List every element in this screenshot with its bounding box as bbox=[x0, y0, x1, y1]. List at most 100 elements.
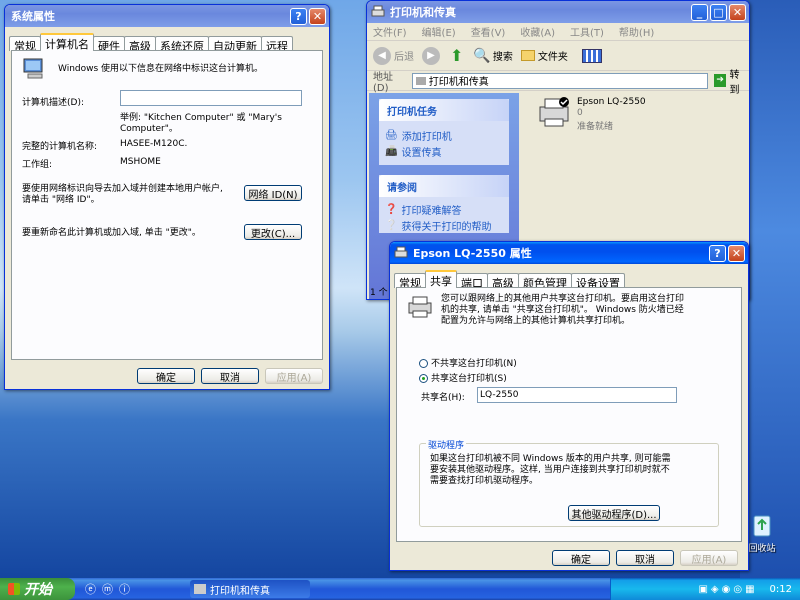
printer-name: Epson LQ-2550 bbox=[577, 97, 646, 107]
standard-toolbar: ◀ 后退 ▶ ⬆ 🔍 搜索 文件夹 bbox=[367, 41, 749, 71]
printer-tasks-header[interactable]: 打印机任务 bbox=[379, 99, 509, 121]
printer-item[interactable]: Epson LQ-2550 0 准备就绪 bbox=[537, 95, 657, 135]
go-label: 转到 bbox=[729, 69, 740, 96]
help-button[interactable]: ? bbox=[290, 7, 307, 25]
description-label: 计算机描述(D): bbox=[22, 98, 84, 108]
add-printer-link[interactable]: 🖨 添加打印机 bbox=[379, 127, 509, 143]
menu-favorites[interactable]: 收藏(A) bbox=[520, 24, 555, 39]
printer-icon bbox=[539, 97, 569, 127]
no-share-radio[interactable]: 不共享这台打印机(N) bbox=[419, 356, 517, 369]
share-radio-circle bbox=[419, 374, 428, 383]
printer-properties-titlebar[interactable]: Epson LQ-2550 属性 ? ✕ bbox=[390, 242, 748, 264]
network-id-text: 要使用网络标识向导去加入域并创建本地用户帐户, 请单击 "网络 ID"。 bbox=[22, 184, 223, 205]
tray-icons[interactable]: ▣◈◉◎▦ bbox=[698, 584, 757, 595]
see-also-header[interactable]: 请参阅 bbox=[379, 175, 509, 197]
ok-button[interactable]: 确定 bbox=[552, 550, 610, 566]
menu-help[interactable]: 帮助(H) bbox=[619, 24, 654, 39]
back-arrow-icon: ◀ bbox=[373, 46, 391, 65]
back-label: 后退 bbox=[394, 52, 414, 63]
ok-button[interactable]: 确定 bbox=[137, 368, 195, 384]
menu-view[interactable]: 查看(V) bbox=[471, 24, 506, 39]
share-name-input[interactable]: LQ-2550 bbox=[477, 387, 677, 403]
printer-doc-count: 0 bbox=[577, 108, 583, 118]
views-button[interactable] bbox=[581, 48, 602, 63]
help-book-icon: ❓ bbox=[385, 203, 398, 215]
address-input[interactable]: 打印机和传真 bbox=[411, 72, 708, 89]
go-arrow-icon: ➔ bbox=[713, 74, 727, 87]
tab-sharing[interactable]: 共享 bbox=[425, 270, 457, 288]
drivers-groupbox: 驱动程序 如果这台打印机被不同 Windows 版本的用户共享, 则可能需要安装… bbox=[419, 438, 719, 527]
tab-advanced[interactable]: 高级 bbox=[124, 36, 156, 53]
menu-edit[interactable]: 编辑(E) bbox=[422, 24, 456, 39]
search-icon: 🔍 bbox=[473, 47, 491, 64]
close-button[interactable]: ✕ bbox=[309, 7, 326, 25]
tab-computer-name[interactable]: 计算机名 bbox=[40, 33, 94, 51]
menu-tools[interactable]: 工具(T) bbox=[570, 24, 604, 39]
tab-system-restore[interactable]: 系统还原 bbox=[155, 36, 209, 53]
folders-label: 文件夹 bbox=[537, 52, 568, 63]
messenger-icon[interactable]: ⓜ bbox=[102, 581, 113, 597]
start-button[interactable]: 开始 bbox=[0, 578, 75, 600]
share-radio[interactable]: 共享这台打印机(S) bbox=[419, 371, 507, 384]
printer-folder-icon bbox=[371, 5, 385, 17]
address-label: 地址(D) bbox=[373, 71, 393, 94]
printer-folder-icon bbox=[194, 584, 206, 594]
folders-button[interactable]: 文件夹 bbox=[520, 48, 568, 63]
tab-auto-update[interactable]: 自动更新 bbox=[208, 36, 262, 53]
search-button[interactable]: 🔍 搜索 bbox=[473, 48, 512, 64]
description-input[interactable] bbox=[120, 90, 302, 106]
tab-hardware[interactable]: 硬件 bbox=[93, 36, 125, 53]
sharing-panel: 您可以跟网络上的其他用户共享这台打印机。要启用这台打印机的共享, 请单击 "共享… bbox=[396, 287, 742, 542]
up-folder-icon[interactable]: ⬆ bbox=[450, 46, 463, 65]
shared-printer-icon bbox=[408, 296, 432, 318]
tab-color-management[interactable]: 颜色管理 bbox=[518, 273, 572, 290]
cancel-button[interactable]: 取消 bbox=[201, 368, 259, 384]
close-button[interactable]: ✕ bbox=[729, 3, 746, 21]
share-name-label: 共享名(H): bbox=[421, 393, 465, 403]
help-button[interactable]: ? bbox=[709, 244, 726, 262]
apply-button[interactable]: 应用(A) bbox=[265, 368, 323, 384]
explorer-titlebar[interactable]: 打印机和传真 _ □ ✕ bbox=[367, 1, 749, 23]
folder-icon bbox=[520, 50, 535, 61]
window-title: 系统属性 bbox=[11, 10, 55, 23]
tab-advanced[interactable]: 高级 bbox=[487, 273, 519, 290]
cancel-button[interactable]: 取消 bbox=[616, 550, 674, 566]
ie-icon[interactable]: ⓔ bbox=[85, 581, 96, 597]
printer-status: 准备就绪 bbox=[577, 122, 614, 132]
go-button[interactable]: ➔ 转到 bbox=[713, 66, 749, 96]
printer-folder-icon bbox=[415, 76, 426, 85]
fax-icon: 📠 bbox=[385, 145, 398, 157]
search-label: 搜索 bbox=[492, 52, 513, 63]
drivers-text: 如果这台打印机被不同 Windows 版本的用户共享, 则可能需要安装其他驱动程… bbox=[430, 454, 671, 486]
print-help-link[interactable]: ❔ 获得关于打印的帮助 bbox=[379, 217, 509, 233]
media-icon[interactable]: ⓘ bbox=[119, 581, 130, 597]
menu-file[interactable]: 文件(F) bbox=[373, 24, 407, 39]
maximize-button[interactable]: □ bbox=[710, 3, 727, 21]
change-button[interactable]: 更改(C)... bbox=[244, 224, 302, 240]
setup-fax-link[interactable]: 📠 设置传真 bbox=[379, 143, 509, 159]
minimize-button[interactable]: _ bbox=[691, 3, 708, 21]
sharing-info-text: 您可以跟网络上的其他用户共享这台打印机。要启用这台打印机的共享, 请单击 "共享… bbox=[441, 294, 685, 326]
tab-general[interactable]: 常规 bbox=[394, 273, 426, 290]
close-button[interactable]: ✕ bbox=[728, 244, 745, 262]
apply-button[interactable]: 应用(A) bbox=[680, 550, 738, 566]
back-button[interactable]: ◀ 后退 bbox=[373, 46, 414, 65]
other-drivers-button[interactable]: 其他驱动程序(D)... bbox=[568, 505, 660, 521]
taskbar: 开始 ⓔ ⓜ ⓘ 打印机和传真 ▣◈◉◎▦ 0:12 bbox=[0, 578, 800, 600]
system-properties-titlebar[interactable]: 系统属性 ? ✕ bbox=[5, 5, 329, 27]
taskbar-item-printers[interactable]: 打印机和传真 bbox=[190, 580, 310, 598]
tab-remote[interactable]: 远程 bbox=[261, 36, 293, 53]
tab-general[interactable]: 常规 bbox=[9, 36, 41, 53]
printer-properties-window: Epson LQ-2550 属性 ? ✕ 常规 共享 端口 高级 颜色管理 设备… bbox=[389, 241, 749, 571]
troubleshoot-link[interactable]: ❓ 打印疑难解答 bbox=[379, 201, 509, 217]
tab-ports[interactable]: 端口 bbox=[456, 273, 488, 290]
network-id-button[interactable]: 网络 ID(N) bbox=[244, 185, 302, 201]
computer-icon bbox=[23, 58, 43, 79]
recycle-bin[interactable]: 回收站 bbox=[744, 512, 780, 554]
computer-name-panel: Windows 使用以下信息在网络中标识这台计算机。 计算机描述(D): 举例:… bbox=[11, 50, 323, 360]
address-bar: 地址(D) 打印机和传真 ➔ 转到 bbox=[367, 70, 749, 96]
tab-strip: 常规 计算机名 硬件 高级 系统还原 自动更新 远程 bbox=[5, 33, 329, 53]
tab-device-settings[interactable]: 设备设置 bbox=[571, 273, 625, 290]
forward-button[interactable]: ▶ bbox=[422, 46, 440, 65]
add-printer-icon: 🖨 bbox=[385, 129, 398, 141]
